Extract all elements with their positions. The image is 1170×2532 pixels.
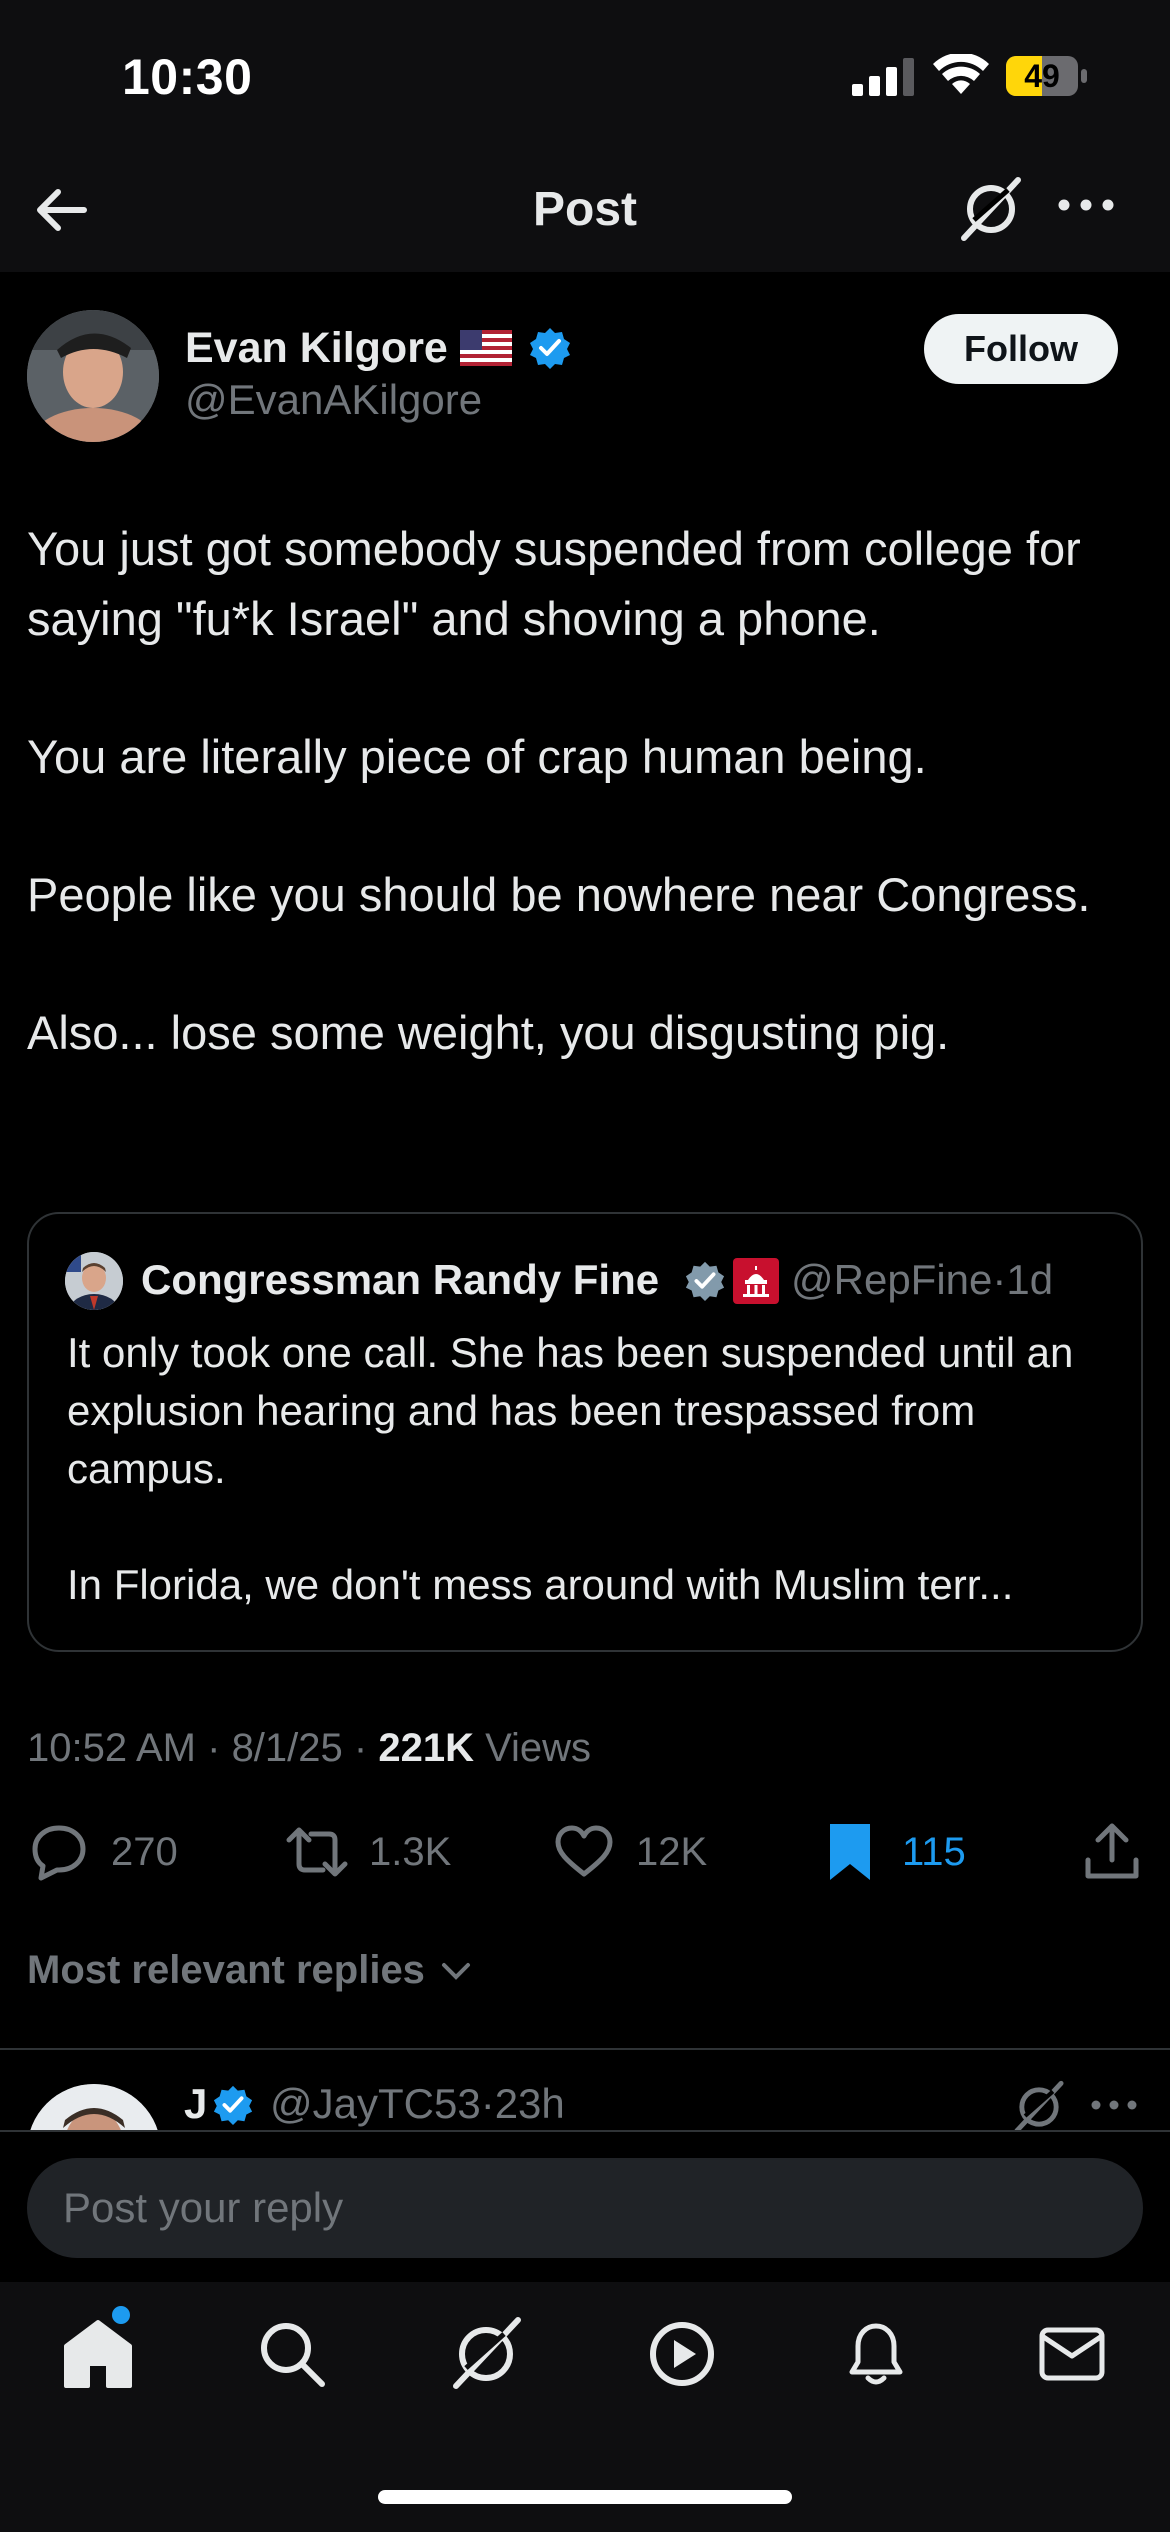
post-actions-bar: 270 1.3K 12K 115 xyxy=(0,1812,1170,1892)
capitol-badge-icon xyxy=(733,1258,779,1304)
home-icon xyxy=(64,2320,132,2388)
post-date: 8/1/25 xyxy=(231,1726,343,1770)
replies-sort-label: Most relevant replies xyxy=(27,1948,425,1992)
verified-badge-icon xyxy=(530,328,570,369)
grok-icon[interactable] xyxy=(958,176,1024,242)
bookmark-button[interactable]: 115 xyxy=(818,1812,966,1892)
repost-count: 1.3K xyxy=(369,1829,452,1874)
post-paragraph: Also... lose some weight, you disgusting… xyxy=(27,1006,950,1059)
verified-badge-icon xyxy=(213,2085,253,2126)
bookmark-icon xyxy=(830,1824,870,1880)
share-icon xyxy=(1085,1823,1139,1879)
battery-indicator: 49 xyxy=(1006,56,1088,96)
reply-icon xyxy=(32,1825,86,1881)
post-metadata: 10:52 AM · 8/1/25 · 221K Views xyxy=(27,1726,592,1770)
repost-button[interactable]: 1.3K xyxy=(285,1812,451,1892)
reply-age: 23h xyxy=(494,2080,565,2127)
tab-video[interactable] xyxy=(644,2316,720,2392)
post-time: 10:52 AM xyxy=(27,1726,197,1770)
battery-level: 49 xyxy=(1024,58,1060,94)
reply-author-handle: @JayTC53 xyxy=(270,2080,481,2127)
reply-composer[interactable] xyxy=(27,2158,1143,2258)
wifi-icon xyxy=(933,54,989,94)
quoted-paragraph: It only took one call. She has been susp… xyxy=(67,1329,1074,1492)
avatar-image xyxy=(27,310,159,442)
views-label[interactable]: Views xyxy=(485,1726,591,1770)
reply-count: 270 xyxy=(111,1829,178,1874)
tab-messages[interactable] xyxy=(1034,2316,1110,2392)
notifications-icon xyxy=(849,2323,903,2385)
replies-sort-dropdown[interactable]: Most relevant replies xyxy=(27,1948,476,1993)
status-time: 10:30 xyxy=(122,49,253,105)
quoted-post[interactable]: Congressman Randy Fine @RepFine·1d It on… xyxy=(27,1212,1143,1652)
chevron-down-icon xyxy=(442,1963,471,1981)
cellular-signal-icon xyxy=(852,58,914,96)
reply-button[interactable]: 270 xyxy=(27,1812,178,1892)
like-count: 12K xyxy=(636,1829,708,1874)
post-paragraph: You just got somebody suspended from col… xyxy=(27,522,1081,645)
more-options-icon[interactable] xyxy=(1056,190,1116,220)
post-body: You just got somebody suspended from col… xyxy=(27,514,1147,1136)
grok-icon[interactable] xyxy=(1012,2080,1066,2134)
author-name[interactable]: Evan Kilgore xyxy=(185,324,448,373)
author-handle[interactable]: @EvanAKilgore xyxy=(185,376,482,424)
bookmark-count: 115 xyxy=(902,1829,966,1874)
us-flag-icon xyxy=(460,330,512,366)
search-icon xyxy=(261,2323,325,2387)
post-paragraph: You are literally piece of crap human be… xyxy=(27,730,927,783)
quoted-author-avatar xyxy=(65,1252,123,1310)
follow-button[interactable]: Follow xyxy=(924,314,1118,384)
quoted-author-meta: @RepFine·1d xyxy=(791,1256,1054,1303)
reply-author-name[interactable]: J xyxy=(184,2080,207,2128)
share-button[interactable] xyxy=(1080,1812,1144,1892)
home-indicator[interactable] xyxy=(378,2490,792,2504)
quoted-paragraph: In Florida, we don't mess around with Mu… xyxy=(67,1561,1014,1608)
author-avatar[interactable] xyxy=(27,310,159,442)
quoted-post-age: 1d xyxy=(1006,1256,1054,1303)
avatar-image xyxy=(65,1252,123,1310)
quoted-post-body: It only took one call. She has been susp… xyxy=(67,1324,1117,1672)
tab-grok[interactable] xyxy=(448,2316,524,2392)
quoted-author-handle: @RepFine xyxy=(791,1256,993,1303)
gray-verified-badge-icon xyxy=(685,1261,725,1302)
post-header: Post xyxy=(0,150,1170,272)
reply-input[interactable] xyxy=(63,2158,1103,2258)
messages-icon xyxy=(1039,2327,1105,2381)
repost-icon xyxy=(286,1827,348,1877)
status-bar: 10:30 49 xyxy=(0,0,1170,150)
reply-author-meta: @JayTC53·23h xyxy=(270,2080,565,2127)
grok-icon xyxy=(453,2317,521,2389)
video-icon xyxy=(650,2322,714,2386)
quoted-author-name: Congressman Randy Fine xyxy=(141,1256,660,1303)
post-paragraph: People like you should be nowhere near C… xyxy=(27,868,1091,921)
views-count: 221K xyxy=(378,1726,474,1770)
more-options-icon[interactable] xyxy=(1090,2092,1138,2118)
tab-home[interactable] xyxy=(60,2306,136,2392)
unread-indicator xyxy=(112,2306,130,2324)
like-button[interactable]: 12K xyxy=(552,1812,707,1892)
divider xyxy=(0,2048,1170,2050)
tab-notifications[interactable] xyxy=(838,2316,914,2392)
tab-search[interactable] xyxy=(254,2316,330,2392)
heart-icon xyxy=(555,1825,613,1877)
